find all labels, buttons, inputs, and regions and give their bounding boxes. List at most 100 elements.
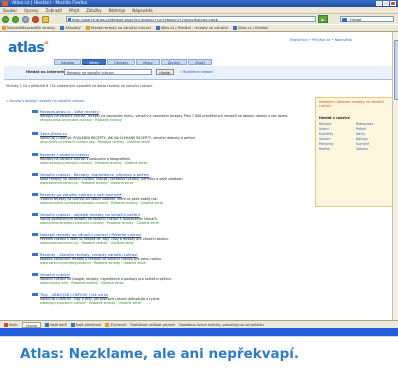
bookmark-item[interactable]: Aktuality <box>60 25 81 31</box>
search-input[interactable]: Recepty na vánoční cukroví <box>64 69 152 75</box>
result-url[interactable]: www.cukrovi.info/ · Podobné stránky · Ul… <box>40 281 302 285</box>
bookmark-item[interactable]: Hledat recepty na vánoční cukroví <box>85 25 151 31</box>
address-bar[interactable]: http://search.atlas.cz/default.aspx?q=re… <box>66 16 316 22</box>
result-url[interactable]: www.tipy.cz/vanocni-cukrovi/ · Podobné s… <box>40 301 302 305</box>
figure-caption: Atlas: Nezklame, ale ani nepřekvapí. <box>0 336 398 373</box>
close-find-icon[interactable] <box>4 323 8 327</box>
result-icon <box>32 293 38 296</box>
minimize-icon[interactable] <box>376 1 382 6</box>
reload-icon[interactable] <box>22 15 29 23</box>
result-icon <box>32 253 38 256</box>
sidebar-item[interactable]: Zábava <box>356 147 389 151</box>
sidebar-header[interactable]: Hledejte s Atlasem: recepty na vánoční c… <box>316 98 392 110</box>
find-status: Dosaženo konce stránky, pokračuje se od … <box>179 323 264 327</box>
match-case-checkbox[interactable]: Rozlišovat velikost písmen <box>130 321 175 328</box>
favicon-icon <box>68 18 71 21</box>
sidebar-links: Recepty Restaurace Vaření Pečení Kuchařk… <box>316 120 392 153</box>
result-url[interactable]: www.kucharka.cz/recepty/vanocni-cukrovi/… <box>40 201 302 205</box>
toolbar-search-input[interactable]: Hledat <box>340 16 394 22</box>
menu-view[interactable]: Zobrazit <box>45 7 62 13</box>
tab-goods[interactable]: Zboží <box>188 59 212 65</box>
result-url[interactable]: zena.idnes.cz/vanocni-cukrovi.asp · Podo… <box>40 140 302 144</box>
bookmark-item[interactable]: Atlas.cz | Hledání <box>232 25 268 31</box>
search-tabs: Katalog Weby Obrázky Mapy Zprávy Zboží <box>54 59 212 65</box>
sidebar-item[interactable]: Dárky <box>356 132 389 136</box>
results-list: » Souvisí s dotazy: recepty na vánoční c… <box>6 94 306 322</box>
related-queries-link[interactable]: » Souvisí s dotazy: recepty na vánoční c… <box>6 99 84 103</box>
tab-maps[interactable]: Mapy <box>136 59 160 65</box>
bookmark-item[interactable]: Atlas.cz | Hledání - recepty na vánoční <box>155 25 228 31</box>
search-label: Hledat na Internetu: <box>26 70 68 74</box>
tab-images[interactable]: Obrázky <box>106 59 136 65</box>
figure: Atlas.cz | Hledání - Mozilla Firefox Sou… <box>0 0 398 373</box>
sidebar-item[interactable]: Restaurace <box>356 122 389 126</box>
bookmark-item[interactable]: Nejnavštěvovanější stránky <box>2 25 55 31</box>
result-icon <box>32 132 38 135</box>
caption-text: Atlas: Nezklame, ale ani nepřekvapí. <box>20 346 300 362</box>
rss-icon <box>60 26 65 30</box>
result-icon <box>32 273 38 276</box>
sidebar-item[interactable]: Vánoce <box>319 137 352 141</box>
sidebar-item[interactable]: Vaření <box>319 127 352 131</box>
stop-icon[interactable] <box>32 15 39 23</box>
arrow-up-icon <box>70 323 75 327</box>
tab-catalog[interactable]: Katalog <box>54 59 82 65</box>
result-url[interactable]: recepty.atlas.cz/vanocni-cukrovi/ · Podo… <box>40 118 302 122</box>
maximize-icon[interactable] <box>383 1 389 6</box>
sidebar-item[interactable]: Pečení <box>356 127 389 131</box>
list-item: Recepty na vánoční cukroví z naší kuchyn… <box>32 192 302 205</box>
list-item: Tipy - VÁNOČNÍ CUKROVÍ / Jak na to VÁNOČ… <box>32 292 302 305</box>
sidebar-item[interactable]: Potraviny <box>319 142 352 146</box>
sidebar-item[interactable]: Rodina <box>319 147 352 151</box>
site-logo[interactable]: atlascz <box>8 40 48 62</box>
search-form: Hledat na Internetu: Recepty na vánoční … <box>4 66 394 80</box>
menu-edit[interactable]: Úpravy <box>24 7 38 13</box>
result-url[interactable]: www.recepty.cz/vanocni-cukrovi/ · Podobn… <box>40 161 302 165</box>
result-url[interactable]: www.prima-receptar.cz/vanocni-cukrovi/ ·… <box>40 221 302 225</box>
menu-help[interactable]: Nápověda <box>132 7 152 13</box>
result-icon <box>32 213 38 216</box>
list-item: Vánoční cukroví Vánoční cukroví na Googl… <box>32 272 302 285</box>
find-label: Najít: <box>9 323 18 327</box>
sidebar-panel: Hledejte s Atlasem: recepty na vánoční c… <box>315 97 393 207</box>
scrollbar-thumb[interactable] <box>393 40 398 100</box>
menu-go[interactable]: Přejít <box>69 7 79 13</box>
result-url[interactable]: www.vareni.cz/recepty/vanocni/ · Podobné… <box>40 261 302 265</box>
menu-file[interactable]: Soubor <box>3 7 17 13</box>
tab-news[interactable]: Zprávy <box>160 59 188 65</box>
sidebar-item[interactable]: Kuchyně <box>356 142 389 146</box>
forward-icon[interactable] <box>12 15 19 23</box>
result-icon <box>32 193 38 196</box>
window-titlebar: Atlas.cz | Hledání - Mozilla Firefox <box>0 0 398 7</box>
page-icon <box>85 26 90 30</box>
sidebar-item[interactable]: Nákupy <box>356 137 389 141</box>
find-next-button[interactable]: Najít další <box>45 321 67 328</box>
account-links[interactable]: Registrace • Přihlásit se • Nápověda <box>290 38 352 42</box>
result-icon <box>32 110 38 113</box>
vertical-scrollbar[interactable] <box>392 32 398 320</box>
highlight-button[interactable]: Zvýraznit <box>105 321 126 328</box>
advanced-search-link[interactable]: » Rozšířené hledání <box>180 70 213 74</box>
firefox-icon <box>2 1 8 6</box>
result-url[interactable]: www.pecemecukrovi.cz/ · Podobné stránky … <box>40 241 302 245</box>
home-icon[interactable] <box>42 15 49 23</box>
result-url[interactable]: www.vanocnicukrovi.cz/ · Podobné stránky… <box>40 181 302 185</box>
sidebar-item[interactable]: Recepty <box>319 122 352 126</box>
tab-web[interactable]: Weby <box>82 59 106 65</box>
results-stats: Stránky 1-10 z přibližně 6 710 nalezenýc… <box>6 84 154 88</box>
page-content: atlascz Registrace • Přihlásit se • Nápo… <box>0 32 398 320</box>
search-button[interactable]: Hledat <box>156 69 174 75</box>
bookmarks-toolbar: Nejnavštěvovanější stránky Aktuality Hle… <box>0 24 398 32</box>
toolbar-search-value: Hledat <box>350 18 362 22</box>
close-icon[interactable] <box>390 1 396 6</box>
page-icon <box>155 26 160 30</box>
go-button[interactable]: ▶ <box>318 15 328 23</box>
sidebar-item[interactable]: Kuchařky <box>319 132 352 136</box>
back-icon[interactable] <box>2 15 9 23</box>
window-title: Atlas.cz | Hledání - Mozilla Firefox <box>12 1 88 6</box>
menu-bookmarks[interactable]: Záložky <box>86 7 101 13</box>
find-prev-button[interactable]: Najít předchozí <box>70 321 101 328</box>
taskbar <box>0 328 398 336</box>
list-item: Recepty / vánoční cukroví Recepty na ván… <box>32 152 302 165</box>
menu-tools[interactable]: Nástroje <box>109 7 126 13</box>
